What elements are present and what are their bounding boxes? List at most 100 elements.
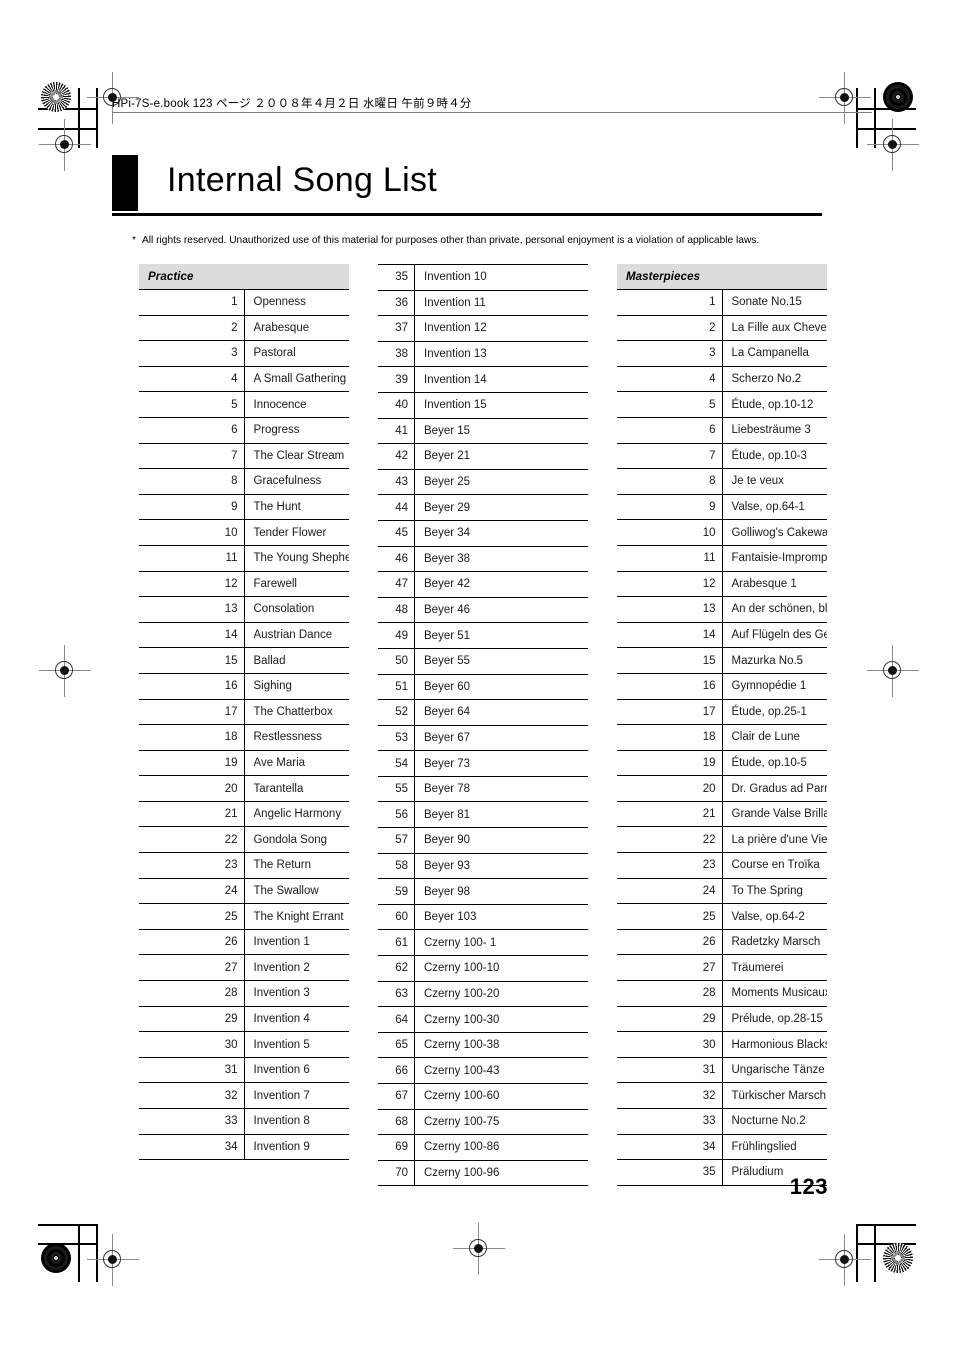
song-row: 5 Étude, op.10-12 [617, 391, 827, 418]
song-row: 29 Prélude, op.28-15 [617, 1006, 827, 1033]
copyright-footnote: * All rights reserved. Unauthorized use … [132, 234, 832, 247]
book-file-header: HPi-7S-e.book 123 ページ ２００８年４月２日 水曜日 午前９時… [112, 98, 472, 110]
song-number: 22 [617, 826, 723, 854]
song-title: Clair de Lune [722, 724, 827, 751]
registration-target-top-right-lower [867, 119, 919, 171]
song-number: 14 [617, 622, 723, 649]
song-number: 42 [378, 443, 415, 470]
song-number: 63 [378, 981, 415, 1008]
header-rule [112, 112, 872, 113]
song-title: Ave Maria [244, 750, 349, 777]
registration-circle-bottom-left [41, 1243, 71, 1273]
song-row: 16 Gymnopédie 1 [617, 673, 827, 700]
song-row: 57 Beyer 90 [378, 827, 588, 854]
song-row: 23 The Return [139, 852, 349, 879]
song-row: 43 Beyer 25 [378, 469, 588, 496]
song-title: Moments Musicaux 3 [722, 980, 827, 1007]
song-number: 45 [378, 520, 415, 547]
song-title: Czerny 100-96 [414, 1160, 588, 1187]
song-title: The Return [244, 852, 349, 879]
song-number: 50 [378, 648, 415, 675]
song-title: Beyer 73 [414, 750, 588, 777]
song-title: Invention 10 [414, 264, 588, 291]
song-title: Radetzky Marsch [722, 929, 827, 956]
song-title: Invention 6 [244, 1057, 349, 1084]
song-row: 26 Invention 1 [139, 929, 349, 956]
song-title: Pastoral [244, 340, 349, 367]
song-title: Course en Troïka [722, 852, 827, 879]
song-title: Beyer 98 [414, 878, 588, 905]
song-number: 24 [139, 878, 245, 905]
song-row: 67 Czerny 100-60 [378, 1083, 588, 1110]
song-row: 7 Étude, op.10-3 [617, 443, 827, 470]
song-title: Czerny 100-30 [414, 1006, 588, 1033]
song-title: Grande Valse Brillante [722, 801, 827, 828]
song-number: 28 [617, 980, 723, 1007]
song-number: 18 [617, 724, 723, 751]
song-row: 27 Invention 2 [139, 954, 349, 982]
registration-target-top-right [819, 72, 871, 124]
song-number: 34 [617, 1134, 723, 1161]
crop-line-br-h [856, 1224, 916, 1226]
song-number: 15 [139, 647, 245, 674]
song-row: 68 Czerny 100-75 [378, 1109, 588, 1136]
song-column-masterpieces: Masterpieces 1 Sonate No.15 2 La Fille aux … [617, 264, 827, 1186]
song-number: 32 [139, 1082, 245, 1109]
song-title: A Small Gathering [244, 366, 349, 393]
song-number: 66 [378, 1057, 415, 1084]
song-number: 53 [378, 725, 415, 752]
song-number: 13 [139, 596, 245, 623]
registration-circle-bottom-right [883, 1243, 913, 1273]
song-row: 11The Young Shepherdess [139, 545, 349, 572]
song-row: 6 Progress [139, 417, 349, 444]
song-number: 21 [139, 801, 245, 828]
song-title: La Campanella [722, 340, 827, 367]
song-row: 30Harmonious Blacksmith [617, 1031, 827, 1058]
song-title: Beyer 25 [414, 469, 588, 496]
song-table-head-practice: Practice [139, 264, 349, 290]
song-number: 2 [617, 315, 723, 342]
song-row: 20Dr. Gradus ad Parnassum [617, 775, 827, 802]
song-row: 10 Tender Flower [139, 519, 349, 546]
song-title: Beyer 55 [414, 648, 588, 675]
registration-target-bottom-center [453, 1223, 505, 1275]
song-title: Invention 1 [244, 929, 349, 956]
song-title: The Clear Stream [244, 443, 349, 470]
song-number: 17 [617, 699, 723, 726]
song-row: 25 Valse, op.64-2 [617, 903, 827, 930]
song-title: Tarantella [244, 775, 349, 802]
song-row: 3 Pastoral [139, 340, 349, 367]
song-title: Invention 11 [414, 290, 588, 317]
song-number: 5 [617, 391, 723, 418]
song-number: 4 [139, 366, 245, 393]
song-number: 65 [378, 1032, 415, 1059]
song-row: 48 Beyer 46 [378, 597, 588, 624]
song-row: 30 Invention 5 [139, 1031, 349, 1058]
song-title: Beyer 90 [414, 827, 588, 854]
song-title: Beyer 21 [414, 443, 588, 470]
song-row: 12 Farewell [139, 571, 349, 598]
song-row: 32Türkischer Marsch (Beethoven) [617, 1082, 827, 1109]
song-row: 42 Beyer 21 [378, 443, 588, 470]
song-number: 32 [617, 1082, 723, 1109]
song-title: Étude, op.25-1 [722, 699, 827, 726]
song-table-body-practice: 1 Openness 2 Arabesque 3 Pastoral 4 A Small Gat… [139, 289, 349, 1161]
song-number: 48 [378, 597, 415, 624]
song-number: 29 [617, 1006, 723, 1033]
song-row: 58 Beyer 93 [378, 853, 588, 880]
song-row: 15 Mazurka No.5 [617, 647, 827, 674]
song-title: Invention 7 [244, 1082, 349, 1109]
song-number: 8 [617, 468, 723, 495]
song-title: Invention 12 [414, 315, 588, 342]
song-row: 18 Clair de Lune [617, 724, 827, 751]
song-row: 28 Invention 3 [139, 980, 349, 1007]
song-title: Czerny 100-43 [414, 1057, 588, 1084]
song-row: 9 Valse, op.64-1 [617, 494, 827, 521]
song-title: Harmonious Blacksmith [722, 1031, 827, 1058]
song-title: Czerny 100-10 [414, 955, 588, 982]
song-number: 6 [139, 417, 245, 444]
song-row: 1 Openness [139, 289, 349, 316]
song-number: 28 [139, 980, 245, 1007]
song-table-header-practice: Practice [139, 264, 349, 290]
song-title: Beyer 60 [414, 674, 588, 701]
